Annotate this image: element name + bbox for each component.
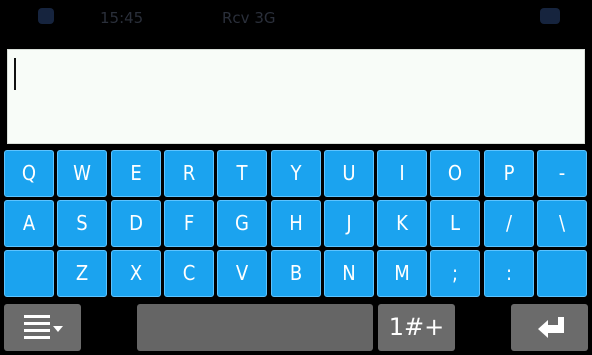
key-A[interactable]: A xyxy=(4,200,54,247)
text-input-field[interactable] xyxy=(7,49,585,144)
key-:[interactable]: : xyxy=(484,250,534,297)
key-F[interactable]: F xyxy=(164,200,214,247)
key-D[interactable]: D xyxy=(111,200,161,247)
key-K[interactable]: K xyxy=(377,200,427,247)
status-network: Rcv 3G xyxy=(222,9,276,27)
blank-key[interactable] xyxy=(4,250,54,297)
key-J[interactable]: J xyxy=(324,200,374,247)
keyboard-menu-button[interactable] xyxy=(4,304,81,351)
key-G[interactable]: G xyxy=(217,200,267,247)
status-time: 15:45 xyxy=(100,9,144,27)
key-R[interactable]: R xyxy=(164,150,214,197)
key-C[interactable]: C xyxy=(164,250,214,297)
key-I[interactable]: I xyxy=(377,150,427,197)
key-\[interactable]: \ xyxy=(537,200,587,247)
key-T[interactable]: T xyxy=(217,150,267,197)
key-B[interactable]: B xyxy=(271,250,321,297)
key-S[interactable]: S xyxy=(57,200,107,247)
key--[interactable]: - xyxy=(537,150,587,197)
enter-icon xyxy=(538,317,564,338)
dropdown-arrow-icon xyxy=(53,326,63,332)
key-/[interactable]: / xyxy=(484,200,534,247)
key-W[interactable]: W xyxy=(57,150,107,197)
key-O[interactable]: O xyxy=(430,150,480,197)
key-Q[interactable]: Q xyxy=(4,150,54,197)
key-U[interactable]: U xyxy=(324,150,374,197)
key-X[interactable]: X xyxy=(111,250,161,297)
key-;[interactable]: ; xyxy=(430,250,480,297)
key-N[interactable]: N xyxy=(324,250,374,297)
menu-lines-icon xyxy=(24,315,50,341)
space-key[interactable] xyxy=(137,304,373,351)
key-M[interactable]: M xyxy=(377,250,427,297)
blank-key[interactable] xyxy=(537,250,587,297)
status-bar: 15:45 Rcv 3G xyxy=(0,0,592,40)
key-P[interactable]: P xyxy=(484,150,534,197)
key-Y[interactable]: Y xyxy=(271,150,321,197)
key-L[interactable]: L xyxy=(430,200,480,247)
signal-icon xyxy=(38,8,54,24)
key-H[interactable]: H xyxy=(271,200,321,247)
battery-icon xyxy=(540,8,560,24)
text-cursor xyxy=(14,58,16,90)
symbols-key[interactable]: 1#+ xyxy=(378,304,455,351)
key-Z[interactable]: Z xyxy=(57,250,107,297)
key-E[interactable]: E xyxy=(111,150,161,197)
key-V[interactable]: V xyxy=(217,250,267,297)
enter-key[interactable] xyxy=(511,304,588,351)
